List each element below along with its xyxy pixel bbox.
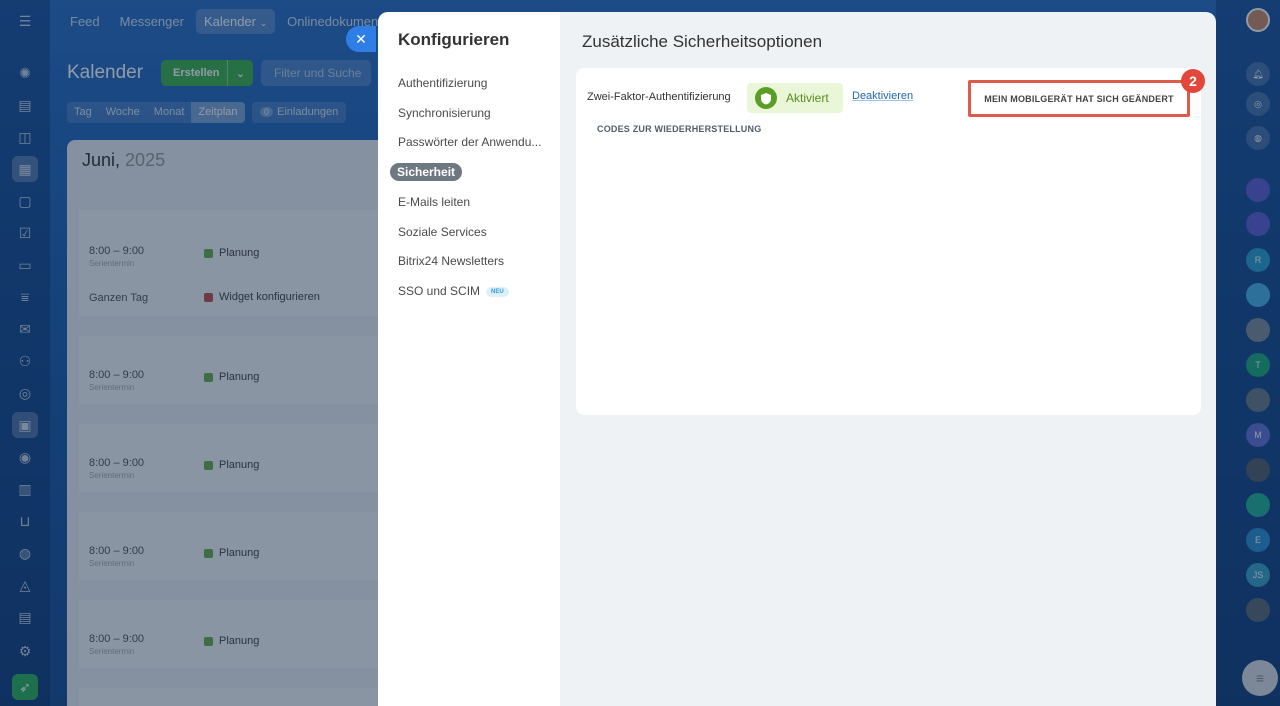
nav-item-newsletters[interactable]: Bitrix24 Newsletters bbox=[398, 254, 504, 268]
settings-nav: Konfigurieren Authentifizierung Synchron… bbox=[378, 12, 560, 706]
status-text: Aktiviert bbox=[786, 91, 829, 105]
nav-item-synchronization[interactable]: Synchronisierung bbox=[398, 106, 491, 120]
content-title: Zusätzliche Sicherheitsoptionen bbox=[582, 32, 823, 51]
status-badge: Aktiviert bbox=[747, 83, 843, 113]
nav-item-forward-emails[interactable]: E-Mails leiten bbox=[398, 195, 470, 209]
nav-item-security[interactable]: Sicherheit bbox=[390, 163, 463, 181]
mobile-device-changed-button[interactable]: MEIN MOBILGERÄT HAT SICH GEÄNDERT bbox=[968, 80, 1190, 117]
step-badge: 2 bbox=[1181, 69, 1205, 93]
nav-item-app-passwords[interactable]: Passwörter der Anwendu... bbox=[398, 135, 541, 149]
security-options-card: Zwei-Faktor-Authentifizierung Aktiviert … bbox=[576, 68, 1201, 415]
close-panel-button[interactable]: ✕ bbox=[346, 26, 376, 52]
nav-item-sso-scim-label: SSO und SCIM bbox=[398, 284, 481, 298]
two-factor-label: Zwei-Faktor-Authentifizierung bbox=[587, 91, 731, 103]
close-icon: ✕ bbox=[355, 30, 367, 47]
shield-icon bbox=[755, 87, 777, 109]
nav-item-sso-scim[interactable]: SSO und SCIM NEU bbox=[398, 284, 509, 298]
deactivate-link[interactable]: Deaktivieren bbox=[852, 90, 913, 102]
settings-panel: Konfigurieren Authentifizierung Synchron… bbox=[378, 12, 1216, 706]
new-badge: NEU bbox=[486, 286, 509, 297]
panel-title: Konfigurieren bbox=[398, 30, 510, 49]
nav-item-authentication[interactable]: Authentifizierung bbox=[398, 76, 487, 90]
recovery-codes-link[interactable]: CODES ZUR WIEDERHERSTELLUNG bbox=[597, 124, 761, 134]
nav-item-social-services[interactable]: Soziale Services bbox=[398, 225, 487, 239]
